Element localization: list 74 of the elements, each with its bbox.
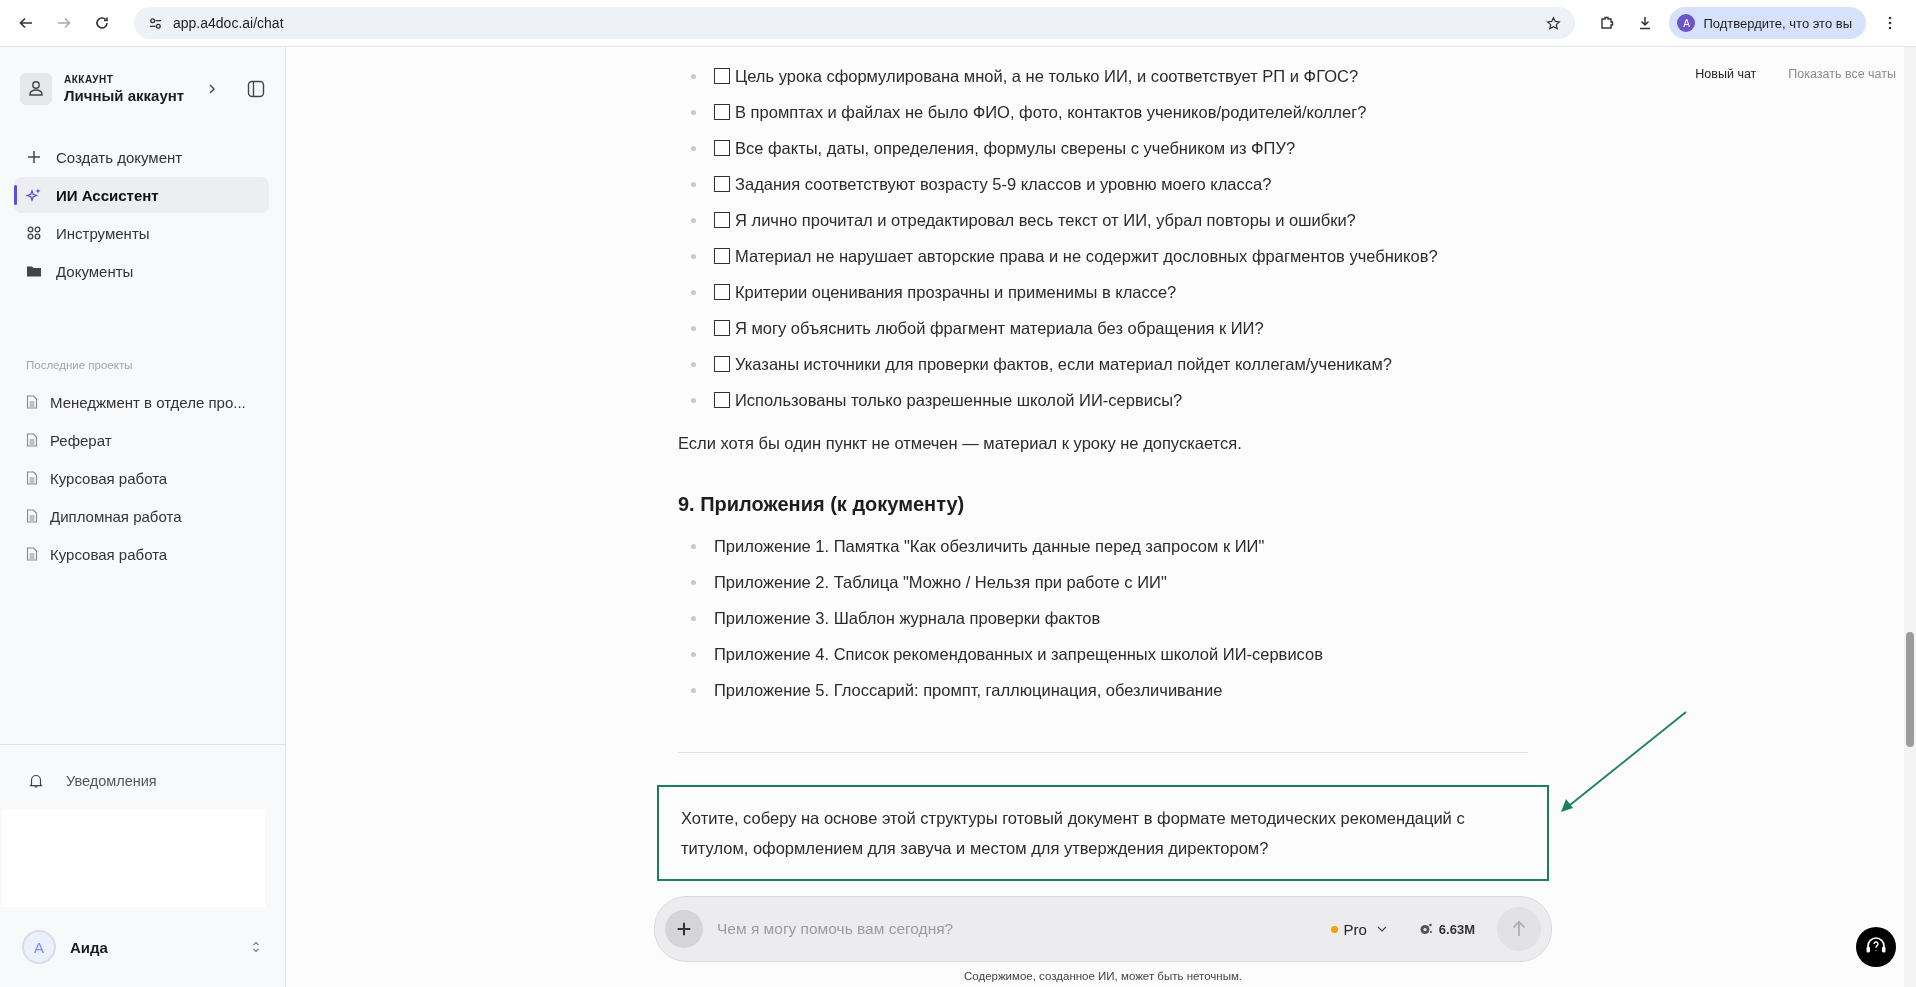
checklist-item: Цель урока сформулирована мной, а не только ИИ, и соответствует РП и ФГОС?: [735, 66, 1359, 86]
document-icon: [26, 547, 38, 561]
list-item: Приложение 4. Список рекомендованных и запрещенных школой ИИ-сервисов: [714, 644, 1323, 664]
project-item[interactable]: Менеджмент в отделе про...: [26, 383, 285, 421]
section-heading: 9. Приложения (к документу): [678, 493, 966, 516]
reload-icon[interactable]: [94, 15, 110, 31]
checklist-item: Все факты, даты, определения, формулы сверены с учебником из ФПУ?: [735, 138, 1296, 158]
nav-item[interactable]: Документы: [14, 253, 269, 289]
checkbox[interactable]: [714, 248, 730, 264]
project-item[interactable]: Реферат: [26, 421, 285, 459]
checkbox[interactable]: [714, 140, 730, 156]
checkbox[interactable]: [714, 104, 730, 120]
back-icon[interactable]: [18, 15, 34, 31]
caret-icon: [1376, 926, 1387, 932]
list-item: Приложение 2. Таблица "Можно / Нельзя при работе с ИИ": [714, 572, 1167, 592]
bell-icon: [28, 773, 44, 789]
sparkle-icon: [26, 187, 42, 203]
checkbox[interactable]: [714, 68, 730, 84]
coin-icon: [1418, 922, 1433, 936]
user-name[interactable]: Аида: [70, 938, 108, 956]
document-icon: [26, 433, 38, 447]
checklist-item: Материал не нарушает авторские права и не содержит дословных фрагментов учебников?: [735, 246, 1438, 266]
chat-input[interactable]: Чем я могу помочь вам сегодня? Pro 6.63M: [654, 896, 1552, 962]
plus-icon: [26, 149, 42, 165]
document-icon: [26, 395, 38, 409]
checkbox[interactable]: [714, 212, 730, 228]
checklist-item: Использованы только разрешенные школой ИИ-сервисы?: [735, 390, 1183, 410]
message-field[interactable]: Чем я могу помочь вам сегодня?: [715, 919, 1313, 939]
checklist-item: Я могу объяснить любой фрагмент материала без обращения к ИИ?: [735, 318, 1264, 338]
header-link[interactable]: Новый чат: [1695, 67, 1757, 81]
plus-button[interactable]: [665, 910, 703, 948]
site-settings-icon[interactable]: [148, 15, 163, 31]
note-text: Если хотя бы один пункт не отмечен — материал к уроку не допускается.: [678, 434, 1243, 453]
star-icon[interactable]: [1546, 15, 1562, 31]
nav-item[interactable]: Создать документ: [14, 139, 269, 175]
grid-icon: [26, 225, 42, 241]
checkbox[interactable]: [714, 392, 730, 408]
list-item: Приложение 5. Глоссарий: промпт, галлюцинация, обезличивание: [714, 680, 1223, 700]
token-count: 6.63M: [1438, 921, 1475, 937]
document-icon: [26, 509, 38, 523]
account-name[interactable]: Личный аккаунт: [64, 87, 185, 104]
disclaimer-text: Содержимое, созданное ИИ, может быть неточным.: [963, 970, 1242, 982]
project-item[interactable]: Курсовая работа: [26, 459, 285, 497]
checkbox[interactable]: [714, 284, 730, 300]
sidebar-toggle-icon[interactable]: [247, 80, 265, 98]
checklist-item: В промптах и файлах не было ФИО, фото, контактов учеников/родителей/коллег?: [735, 102, 1367, 122]
notifications-item[interactable]: Уведомления: [0, 753, 285, 809]
checkbox[interactable]: [714, 176, 730, 192]
chevron-up-down-icon[interactable]: [251, 940, 261, 954]
document-icon: [26, 471, 38, 485]
checklist-item: Я лично прочитал и отредактировал весь текст от ИИ, убрал повторы и ошибки?: [735, 210, 1356, 230]
checkbox[interactable]: [714, 356, 730, 372]
scrollbar[interactable]: [1904, 47, 1916, 987]
support-button[interactable]: [1856, 927, 1896, 967]
profile-button[interactable]: A Подтвердите, что это вы: [1669, 7, 1866, 39]
user-icon[interactable]: [20, 73, 52, 105]
url-text: app.a4doc.ai/chat: [173, 15, 284, 31]
extensions-icon[interactable]: [1599, 15, 1616, 31]
nav-item[interactable]: ИИ Ассистент: [14, 177, 269, 213]
project-item[interactable]: Курсовая работа: [26, 535, 285, 573]
chevron-right-icon[interactable]: [207, 83, 217, 95]
address-bar[interactable]: app.a4doc.ai/chat: [134, 7, 1576, 39]
checkbox[interactable]: [714, 320, 730, 336]
question-text: Хотите, соберу на основе этой структуры готовый документ в формате методических рекомендаций с титулом, оформлением для завуча и местом для утверждения директором?: [681, 809, 1465, 857]
project-item[interactable]: Дипломная работа: [26, 497, 285, 535]
section-title: Последние проекты: [26, 359, 134, 371]
account-caption: АККАУНТ: [64, 74, 115, 85]
list-item: Приложение 1. Памятка "Как обезличить данные перед запросом к ИИ": [714, 536, 1265, 556]
nav-item[interactable]: Инструменты: [14, 215, 269, 251]
list-item: Приложение 3. Шаблон журнала проверки фактов: [714, 608, 1101, 628]
checklist-item: Задания соответствуют возрасту 5-9 классов и уровню моего класса?: [735, 174, 1272, 194]
model-selector[interactable]: Pro: [1324, 919, 1393, 939]
checklist-item: Указаны источники для проверки фактов, если материал пойдет коллегам/ученикам?: [735, 354, 1392, 374]
checklist-item: Критерии оценивания прозрачны и применимы в классе?: [735, 282, 1177, 302]
